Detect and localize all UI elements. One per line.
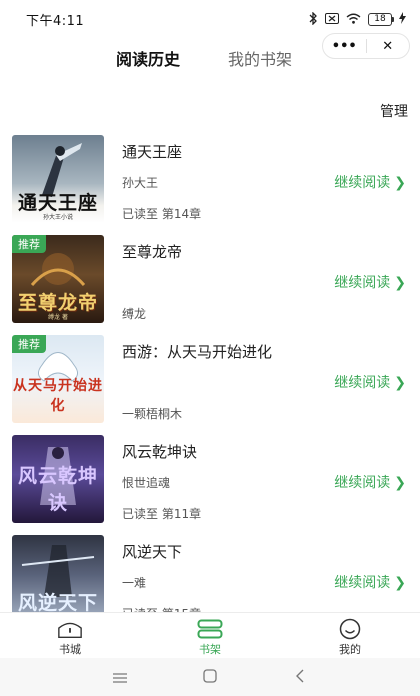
home-button[interactable] (165, 668, 255, 687)
list-item[interactable]: 风云乾坤诀 风云乾坤诀 恨世追魂 继续阅读 ❯ 已读至 第11章 (0, 430, 420, 530)
chevron-right-icon: ❯ (394, 175, 406, 191)
list-item[interactable]: 推荐 至尊龙帝 缚龙 著 至尊龙帝 继续阅读 ❯ 缚龙 (0, 230, 420, 330)
book-cover[interactable]: 风云乾坤诀 (12, 435, 104, 523)
tab-label: 我的书架 (228, 50, 293, 69)
continue-reading-button[interactable]: 继续阅读 ❯ (334, 472, 406, 492)
cover-title: 通天王座 (17, 192, 98, 214)
manage-button[interactable]: 管理 (380, 101, 408, 121)
cover-subtitle: 缚龙 著 (48, 314, 68, 321)
back-button[interactable] (255, 668, 345, 687)
reading-progress: 已读至 第14章 (122, 207, 202, 221)
recommend-badge: 推荐 (12, 235, 46, 253)
continue-label: 继续阅读 (334, 175, 391, 191)
tab-label: 我的 (339, 643, 361, 656)
cover-subtitle: 孙大王小说 (42, 214, 73, 221)
tab-bookshelf[interactable]: 书架 (140, 613, 280, 659)
menu-button[interactable] (75, 668, 165, 687)
book-list: 通天王座 孙大王小说 通天王座 孙大王 继续阅读 ❯ 已读至 第14章 推荐 至尊… (0, 130, 420, 630)
list-item[interactable]: 通天王座 孙大王小说 通天王座 孙大王 继续阅读 ❯ 已读至 第14章 (0, 130, 420, 230)
book-cover[interactable]: 推荐 至尊龙帝 缚龙 著 (12, 235, 104, 323)
sim-x-icon (325, 12, 339, 26)
book-author: 一难 (122, 576, 147, 590)
house-icon (57, 619, 83, 639)
app-screen: 下午4:11 18 ••• ✕ 阅读历史 我的书架 管理 通天王座 孙大王小说 … (0, 0, 420, 696)
book-cover[interactable]: 风逆天下 (12, 535, 104, 623)
book-title[interactable]: 至尊龙帝 (122, 241, 182, 262)
chevron-right-icon: ❯ (394, 575, 406, 591)
bottom-tab-bar: 书城 书架 我的 (0, 612, 420, 659)
wifi-icon (346, 13, 361, 26)
bookshelf-icon (197, 619, 223, 639)
battery-icon: 18 (368, 12, 394, 26)
book-title[interactable]: 风云乾坤诀 (122, 441, 197, 462)
book-title[interactable]: 风逆天下 (122, 541, 182, 562)
continue-label: 继续阅读 (334, 275, 391, 291)
tab-label: 阅读历史 (116, 50, 181, 69)
book-author: 一颗梧桐木 (122, 407, 183, 421)
tab-reading-history[interactable]: 阅读历史 (116, 48, 180, 76)
chevron-right-icon: ❯ (394, 375, 406, 391)
book-author: 孙大王 (122, 176, 159, 190)
cover-title: 从天马开始进化 (13, 378, 103, 414)
list-item[interactable]: 推荐 从天马开始进化 西游：从天马开始进化 继续阅读 ❯ 一颗梧桐木 (0, 330, 420, 430)
cover-title: 风云乾坤诀 (17, 465, 98, 514)
continue-reading-button[interactable]: 继续阅读 ❯ (334, 172, 406, 192)
tab-my-bookshelf[interactable]: 我的书架 (228, 48, 292, 76)
book-author: 缚龙 (122, 307, 147, 321)
back-chevron-icon (295, 668, 305, 687)
book-title[interactable]: 通天王座 (122, 141, 182, 162)
chevron-right-icon: ❯ (394, 275, 406, 291)
continue-reading-button[interactable]: 继续阅读 ❯ (334, 572, 406, 592)
tab-label: 书架 (199, 643, 221, 656)
status-time: 下午4:11 (26, 13, 85, 29)
book-cover[interactable]: 通天王座 孙大王小说 (12, 135, 104, 223)
continue-reading-button[interactable]: 继续阅读 ❯ (334, 372, 406, 392)
continue-label: 继续阅读 (334, 375, 391, 391)
tab-bookstore[interactable]: 书城 (0, 613, 140, 659)
reading-progress: 已读至 第11章 (122, 507, 202, 521)
charging-icon (399, 12, 406, 26)
continue-reading-button[interactable]: 继续阅读 ❯ (334, 272, 406, 292)
tab-mine[interactable]: 我的 (280, 613, 420, 659)
chevron-right-icon: ❯ (394, 475, 406, 491)
cover-title: 至尊龙帝 (17, 292, 98, 314)
tab-label: 书城 (59, 643, 81, 656)
smiley-icon (337, 618, 363, 640)
menu-icon (113, 668, 127, 687)
cover-title: 风逆天下 (17, 592, 98, 614)
continue-label: 继续阅读 (334, 475, 391, 491)
top-tabs: 阅读历史 我的书架 (0, 48, 420, 78)
continue-label: 继续阅读 (334, 575, 391, 591)
bluetooth-icon (309, 10, 318, 27)
book-cover[interactable]: 推荐 从天马开始进化 (12, 335, 104, 423)
book-title[interactable]: 西游：从天马开始进化 (122, 341, 272, 362)
home-square-icon (203, 668, 217, 687)
book-author: 恨世追魂 (122, 476, 171, 490)
recommend-badge: 推荐 (12, 335, 46, 353)
system-nav-bar (0, 658, 420, 696)
status-icons: 18 (309, 10, 406, 27)
